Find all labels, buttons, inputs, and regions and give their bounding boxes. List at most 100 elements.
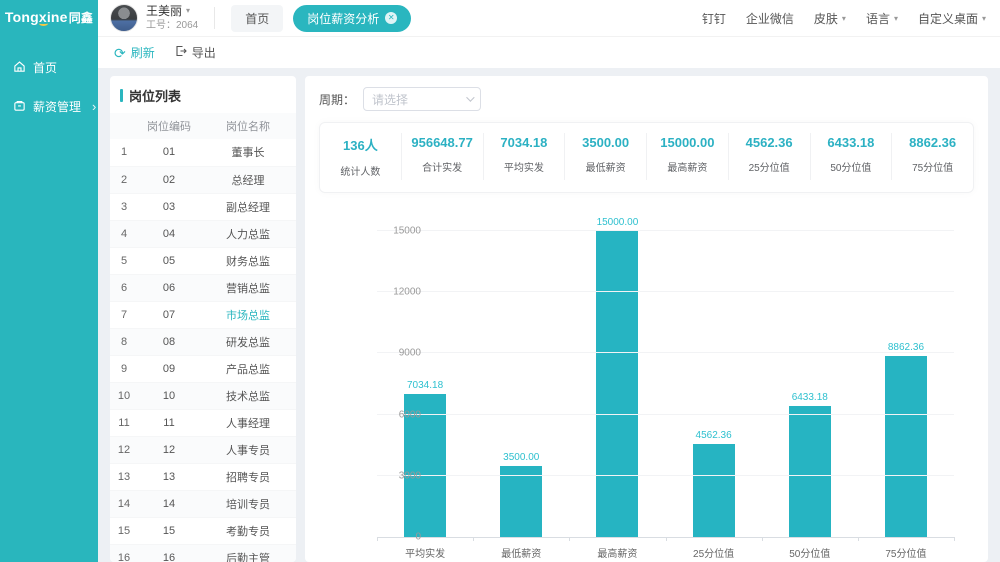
position-code: 06 <box>138 274 200 301</box>
header-menu-item[interactable]: 企业微信 <box>746 10 794 27</box>
table-row[interactable]: 202总经理 <box>110 166 296 193</box>
close-icon[interactable]: ✕ <box>385 12 397 24</box>
position-name[interactable]: 人事经理 <box>200 409 296 436</box>
header-menu-label: 企业微信 <box>746 10 794 27</box>
tab-position-salary-analysis[interactable]: 岗位薪资分析 ✕ <box>293 5 411 32</box>
table-row[interactable]: 1010技术总监 <box>110 382 296 409</box>
table-row[interactable]: 909产品总监 <box>110 355 296 382</box>
col-name: 岗位名称 <box>200 113 296 139</box>
chart-bar-value-label: 4562.36 <box>696 430 732 441</box>
chart-bar[interactable] <box>596 231 638 537</box>
row-index: 13 <box>110 463 138 490</box>
home-icon <box>13 60 26 76</box>
table-row[interactable]: 1515考勤专员 <box>110 517 296 544</box>
position-name[interactable]: 招聘专员 <box>200 463 296 490</box>
content-area: 岗位列表 岗位编码 岗位名称 101董事长202总经理303副总经理404人力总… <box>98 68 1000 562</box>
chevron-down-icon: ▾ <box>982 14 986 23</box>
tab-label: 岗位薪资分析 <box>307 10 379 27</box>
position-code: 08 <box>138 328 200 355</box>
stat-value: 3500.00 <box>565 135 646 150</box>
chart-x-axis-labels: 平均实发最低薪资最高薪资25分位值50分位值75分位值 <box>377 545 954 560</box>
stat-label: 50分位值 <box>811 159 892 174</box>
sidebar-item-salary-management[interactable]: 薪资管理 › <box>0 87 98 126</box>
table-row[interactable]: 1111人事经理 <box>110 409 296 436</box>
period-select[interactable]: 请选择 <box>363 87 481 111</box>
position-name[interactable]: 营销总监 <box>200 274 296 301</box>
chart-bar-group: 15000.00 <box>569 231 665 537</box>
table-row[interactable]: 101董事长 <box>110 139 296 166</box>
tab-home[interactable]: 首页 <box>231 5 283 32</box>
row-index: 15 <box>110 517 138 544</box>
chart-x-tick-label: 最高薪资 <box>569 545 665 560</box>
stat-value: 8862.36 <box>892 135 973 150</box>
chart-bar[interactable] <box>789 406 831 537</box>
select-placeholder: 请选择 <box>372 91 408 108</box>
position-name[interactable]: 研发总监 <box>200 328 296 355</box>
row-index: 4 <box>110 220 138 247</box>
brand-logo-smile-accent <box>39 21 48 26</box>
position-name[interactable]: 人力总监 <box>200 220 296 247</box>
chart-x-tick-label: 最低薪资 <box>473 545 569 560</box>
row-index: 7 <box>110 301 138 328</box>
position-code: 16 <box>138 544 200 562</box>
stat-item: 6433.1850分位值 <box>811 133 893 180</box>
row-index: 5 <box>110 247 138 274</box>
table-row[interactable]: 1616后勤主管 <box>110 544 296 562</box>
chevron-down-icon: ▾ <box>894 14 898 23</box>
position-name[interactable]: 技术总监 <box>200 382 296 409</box>
chart-bar[interactable] <box>885 356 927 537</box>
table-row[interactable]: 1313招聘专员 <box>110 463 296 490</box>
table-row[interactable]: 303副总经理 <box>110 193 296 220</box>
chart-bar-value-label: 3500.00 <box>503 452 539 463</box>
header-menu: 钉钉 企业微信 皮肤▾ 语言▾ 自定义桌面▾ <box>702 10 986 27</box>
export-button[interactable]: 导出 <box>175 44 216 61</box>
salary-analysis-panel: 周期： 请选择 136人统计人数956648.77合计实发7034.18平均实发… <box>305 76 988 562</box>
table-row[interactable]: 707市场总监 <box>110 301 296 328</box>
chart-gridline <box>377 414 954 415</box>
brand-logo[interactable]: Tongxine同鑫 <box>0 0 98 34</box>
row-index: 14 <box>110 490 138 517</box>
header-menu-item[interactable]: 语言▾ <box>866 10 898 27</box>
position-name[interactable]: 总经理 <box>200 166 296 193</box>
table-row[interactable]: 1414培训专员 <box>110 490 296 517</box>
sidebar-item-home[interactable]: 首页 <box>0 48 98 87</box>
table-row[interactable]: 606营销总监 <box>110 274 296 301</box>
position-name[interactable]: 后勤主管 <box>200 544 296 562</box>
col-index <box>110 113 138 139</box>
row-index: 11 <box>110 409 138 436</box>
header-menu-item[interactable]: 皮肤▾ <box>814 10 846 27</box>
stat-item: 3500.00最低薪资 <box>565 133 647 180</box>
toolbar: ⟳ 刷新 导出 <box>98 36 1000 68</box>
avatar[interactable] <box>110 4 138 32</box>
chart-x-tick <box>569 537 570 541</box>
position-name[interactable]: 考勤专员 <box>200 517 296 544</box>
position-name[interactable]: 董事长 <box>200 139 296 166</box>
row-index: 2 <box>110 166 138 193</box>
chevron-down-icon: ▾ <box>186 6 190 16</box>
table-row[interactable]: 1212人事专员 <box>110 436 296 463</box>
chart-bar[interactable] <box>500 466 542 537</box>
sidebar-nav: 首页 薪资管理 › <box>0 48 98 126</box>
header-menu-item[interactable]: 自定义桌面▾ <box>918 10 986 27</box>
table-row[interactable]: 404人力总监 <box>110 220 296 247</box>
table-row[interactable]: 505财务总监 <box>110 247 296 274</box>
chart-x-tick <box>377 537 378 541</box>
chart-bar[interactable] <box>693 444 735 537</box>
position-name[interactable]: 财务总监 <box>200 247 296 274</box>
chart-gridline <box>377 352 954 353</box>
position-name[interactable]: 培训专员 <box>200 490 296 517</box>
user-menu[interactable]: 王美丽 ▾ <box>146 4 198 19</box>
position-name[interactable]: 市场总监 <box>200 301 296 328</box>
row-index: 8 <box>110 328 138 355</box>
chart-x-tick <box>858 537 859 541</box>
position-name[interactable]: 副总经理 <box>200 193 296 220</box>
brand-logo-cn: 同鑫 <box>69 9 93 26</box>
position-name[interactable]: 产品总监 <box>200 355 296 382</box>
header-menu-label: 钉钉 <box>702 10 726 27</box>
period-filter: 周期： 请选择 <box>319 87 974 111</box>
position-name[interactable]: 人事专员 <box>200 436 296 463</box>
table-row[interactable]: 808研发总监 <box>110 328 296 355</box>
refresh-button[interactable]: ⟳ 刷新 <box>114 44 155 61</box>
header-menu-item[interactable]: 钉钉 <box>702 10 726 27</box>
row-index: 12 <box>110 436 138 463</box>
